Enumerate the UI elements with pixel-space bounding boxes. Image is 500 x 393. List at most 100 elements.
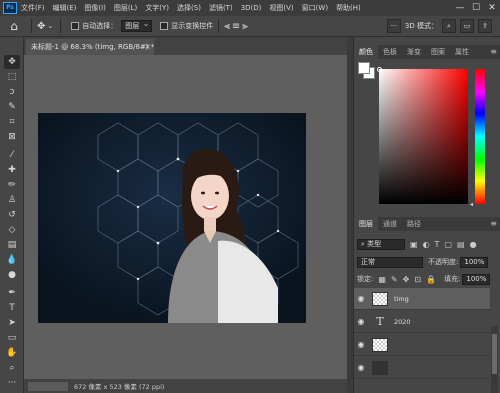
share-button[interactable]: ⇪ [478, 19, 492, 33]
eye-icon[interactable]: ◉ [354, 363, 368, 372]
auto-select-checkbox[interactable] [71, 22, 80, 30]
layers-scrollbar[interactable] [491, 326, 498, 393]
healing-tool-icon[interactable]: ✚ [4, 163, 20, 177]
show-transform-label: 显示变换控件 [171, 22, 214, 30]
type-filter-icon[interactable]: T [435, 240, 440, 249]
color-picker-marker[interactable] [377, 67, 382, 72]
layer-row-timg[interactable]: ◉ timg [354, 288, 490, 310]
close-button[interactable]: ✕ [484, 0, 500, 16]
menu-type[interactable]: 文字(Y) [145, 3, 169, 13]
blend-mode-dropdown[interactable]: 正常 [357, 256, 423, 268]
menu-edit[interactable]: 编辑(E) [53, 3, 77, 13]
eye-icon[interactable]: ◉ [354, 294, 368, 303]
layer-filter-row: ⌕ 类型 ▣ ◐ T ▢ ▤ ● [354, 237, 500, 251]
menu-image[interactable]: 图像(I) [84, 3, 106, 13]
lock-position-icon[interactable]: ✥ [403, 275, 410, 284]
maximize-button[interactable]: ☐ [468, 0, 484, 16]
zoom-field[interactable] [28, 381, 68, 391]
tab-layers[interactable]: 图层 [354, 217, 378, 231]
home-icon[interactable]: ⌂ [6, 18, 22, 34]
document-tab[interactable]: 未标题-1 @ 68.3% (timg, RGB/8#) * × [26, 39, 154, 55]
panel-menu-icon[interactable]: ≡ [490, 45, 497, 59]
menu-select[interactable]: 选择(S) [177, 3, 201, 13]
dodge-tool-icon[interactable]: ● [4, 268, 20, 282]
marquee-tool-icon[interactable]: ⬚ [4, 70, 20, 84]
minimize-button[interactable]: — [452, 0, 468, 16]
layer-row-2020[interactable]: ◉ T 2020 [354, 311, 490, 333]
hand-tool-icon[interactable]: ✋ [4, 346, 20, 360]
pixel-filter-icon[interactable]: ▣ [410, 240, 418, 249]
show-transform-checkbox[interactable] [160, 22, 169, 30]
auto-select-dropdown[interactable]: 图层 [121, 19, 153, 32]
menu-view[interactable]: 视图(V) [269, 3, 293, 13]
workspace-button[interactable]: ▭ [460, 19, 474, 33]
layer-row[interactable]: ◉ [354, 357, 490, 379]
layer-filter-dropdown[interactable]: ⌕ 类型 [357, 238, 405, 250]
zoom-tool-icon[interactable]: ⌕ [4, 361, 20, 375]
brush-tool-icon[interactable]: ✏ [4, 178, 20, 192]
tab-channels[interactable]: 通道 [378, 217, 402, 231]
eyedropper-tool-icon[interactable]: ⁄ [4, 148, 20, 162]
tab-patterns[interactable]: 图案 [426, 45, 450, 59]
menu-layer[interactable]: 图层(L) [114, 3, 137, 13]
eye-icon[interactable]: ◉ [354, 317, 368, 326]
align-right-icon[interactable]: ⫸ [242, 21, 248, 32]
eraser-tool-icon[interactable]: ◇ [4, 223, 20, 237]
hue-slider[interactable] [475, 69, 485, 204]
align-left-icon[interactable]: ⫷ [224, 21, 230, 32]
filter-toggle-icon[interactable]: ● [470, 240, 477, 249]
path-select-tool-icon[interactable]: ➤ [4, 316, 20, 330]
adjustment-filter-icon[interactable]: ◐ [423, 240, 430, 249]
shape-filter-icon[interactable]: ▢ [444, 240, 452, 249]
move-tool-icon[interactable]: ✥ [4, 55, 20, 69]
lock-all-icon[interactable]: 🔒 [426, 275, 436, 284]
foreground-color-swatch[interactable] [358, 62, 370, 74]
opacity-field[interactable]: 100% [460, 256, 489, 268]
menu-filter[interactable]: 滤镜(T) [209, 3, 233, 13]
pen-tool-icon[interactable]: ✒ [4, 286, 20, 300]
photoshop-logo: Ps [3, 2, 17, 14]
blur-tool-icon[interactable]: 💧 [4, 253, 20, 267]
type-tool-icon[interactable]: T [4, 301, 20, 315]
eye-icon[interactable]: ◉ [354, 340, 368, 349]
document-canvas[interactable] [38, 113, 306, 323]
tab-paths[interactable]: 路径 [402, 217, 426, 231]
tab-swatches[interactable]: 色板 [378, 45, 402, 59]
menu-help[interactable]: 帮助(H) [336, 3, 361, 13]
tab-color[interactable]: 颜色 [354, 45, 378, 59]
search-button[interactable]: ⌕ [442, 19, 456, 33]
scrollbar-thumb[interactable] [492, 334, 497, 374]
color-picker-field[interactable] [379, 69, 468, 204]
tab-properties[interactable]: 属性 [450, 45, 474, 59]
close-tab-icon[interactable]: × [144, 39, 151, 55]
hue-slider-handle[interactable]: ◂ [470, 201, 473, 208]
3d-mode-label: 3D 模式： [404, 22, 438, 30]
layer-name: 2020 [394, 317, 411, 326]
panel-menu-icon[interactable]: ≡ [490, 217, 497, 231]
crop-tool-icon[interactable]: ⌗ [4, 115, 20, 129]
menu-3d[interactable]: 3D(D) [241, 4, 262, 12]
menu-window[interactable]: 窗口(W) [302, 3, 328, 13]
more-tools-icon[interactable]: ··· [4, 376, 20, 390]
chevron-down-icon[interactable]: ⌄ [47, 22, 53, 30]
lock-pixels-icon[interactable]: ✎ [391, 275, 398, 284]
options-bar: ⌂ ✥ ⌄ 自动选择： 图层 显示变换控件 ⫷ ≡ ⫸ ··· 3D 模式： ⌕… [0, 16, 500, 37]
tab-gradients[interactable]: 渐变 [402, 45, 426, 59]
clone-stamp-tool-icon[interactable]: ♙ [4, 193, 20, 207]
rectangle-tool-icon[interactable]: ▭ [4, 331, 20, 345]
move-tool-icon[interactable]: ✥ [37, 21, 45, 32]
smart-filter-icon[interactable]: ▤ [457, 240, 465, 249]
more-options-button[interactable]: ··· [386, 19, 401, 33]
status-bar: 672 像素 x 523 像素 (72 ppi) [24, 379, 347, 393]
fill-field[interactable]: 100% [462, 273, 491, 285]
lock-artboard-icon[interactable]: ⊡ [414, 275, 421, 284]
frame-tool-icon[interactable]: ⊠ [4, 130, 20, 144]
layer-row[interactable]: ◉ [354, 334, 490, 356]
gradient-tool-icon[interactable]: ▤ [4, 238, 20, 252]
menu-file[interactable]: 文件(F) [21, 3, 45, 13]
lock-transparency-icon[interactable]: ▦ [378, 275, 386, 284]
lasso-tool-icon[interactable]: ↄ [4, 85, 20, 99]
quick-select-tool-icon[interactable]: ✎ [4, 100, 20, 114]
align-center-icon[interactable]: ≡ [232, 21, 240, 32]
history-brush-tool-icon[interactable]: ↺ [4, 208, 20, 222]
